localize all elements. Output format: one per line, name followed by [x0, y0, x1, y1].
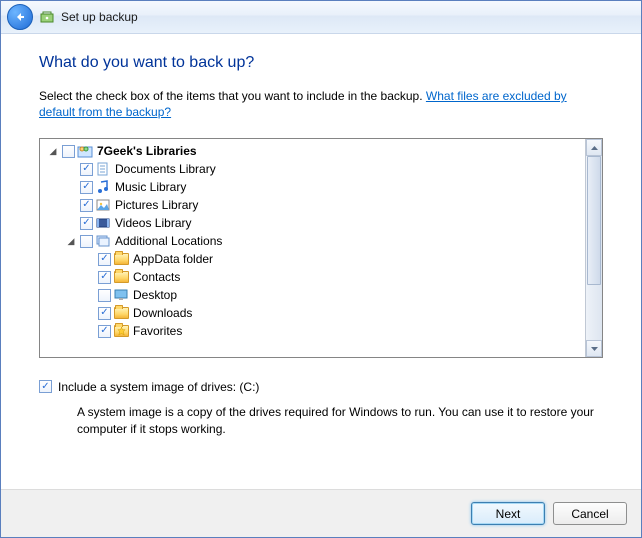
tree-item-label: AppData folder — [131, 252, 213, 266]
tree-item-documents[interactable]: Documents Library — [40, 160, 585, 178]
footer: Next Cancel — [1, 489, 641, 537]
scroll-up-button[interactable] — [586, 139, 602, 156]
expander-icon[interactable]: ◢ — [64, 236, 78, 247]
instruction-text: Select the check box of the items that y… — [39, 88, 603, 120]
tree-item-desktop[interactable]: Desktop — [40, 286, 585, 304]
content-area: What do you want to back up? Select the … — [1, 34, 641, 489]
scrollbar[interactable] — [585, 139, 602, 357]
back-button[interactable] — [7, 4, 33, 30]
tree-item-label: Contacts — [131, 270, 180, 284]
back-arrow-icon — [14, 11, 26, 23]
tree-root-libraries[interactable]: ◢ 7Geek's Libraries — [40, 142, 585, 160]
next-button[interactable]: Next — [471, 502, 545, 525]
backup-items-tree: ◢ 7Geek's Libraries Documents Library Mu… — [39, 138, 603, 358]
instruction-prefix: Select the check box of the items that y… — [39, 89, 426, 103]
tree-viewport: ◢ 7Geek's Libraries Documents Library Mu… — [40, 139, 585, 357]
tree-item-label: Desktop — [131, 288, 177, 302]
wizard-window: Set up backup What do you want to back u… — [0, 0, 642, 538]
tree-item-label: Videos Library — [113, 216, 192, 230]
folder-star-icon — [113, 323, 129, 339]
tree-item-favorites[interactable]: Favorites — [40, 322, 585, 340]
pictures-icon — [95, 197, 111, 213]
tree-item-label: 7Geek's Libraries — [95, 144, 197, 158]
tree-item-label: Additional Locations — [113, 234, 222, 248]
system-image-checkbox[interactable] — [39, 380, 52, 393]
system-image-label: Include a system image of drives: (C:) — [58, 380, 259, 394]
tree-item-contacts[interactable]: Contacts — [40, 268, 585, 286]
system-image-option: Include a system image of drives: (C:) — [39, 380, 603, 394]
cancel-button[interactable]: Cancel — [553, 502, 627, 525]
page-heading: What do you want to back up? — [39, 54, 603, 72]
checkbox[interactable] — [80, 217, 93, 230]
checkbox[interactable] — [80, 181, 93, 194]
tree-item-label: Documents Library — [113, 162, 216, 176]
music-icon — [95, 179, 111, 195]
backup-icon — [39, 9, 55, 25]
checkbox[interactable] — [80, 235, 93, 248]
checkbox[interactable] — [80, 163, 93, 176]
scroll-thumb[interactable] — [587, 156, 601, 285]
folder-icon — [113, 269, 129, 285]
tree-item-label: Pictures Library — [113, 198, 198, 212]
checkbox[interactable] — [62, 145, 75, 158]
window-title: Set up backup — [61, 10, 138, 24]
videos-icon — [95, 215, 111, 231]
tree-item-appdata[interactable]: AppData folder — [40, 250, 585, 268]
folder-icon — [113, 251, 129, 267]
tree-item-music[interactable]: Music Library — [40, 178, 585, 196]
expander-icon[interactable]: ◢ — [46, 146, 60, 157]
checkbox[interactable] — [98, 253, 111, 266]
scroll-track[interactable] — [586, 156, 602, 340]
checkbox[interactable] — [98, 271, 111, 284]
tree-item-pictures[interactable]: Pictures Library — [40, 196, 585, 214]
tree-item-downloads[interactable]: Downloads — [40, 304, 585, 322]
checkbox[interactable] — [98, 307, 111, 320]
desktop-icon — [113, 287, 129, 303]
titlebar: Set up backup — [1, 1, 641, 34]
tree-item-videos[interactable]: Videos Library — [40, 214, 585, 232]
tree-item-additional[interactable]: ◢ Additional Locations — [40, 232, 585, 250]
system-image-description: A system image is a copy of the drives r… — [77, 404, 603, 436]
folder-stack-icon — [95, 233, 111, 249]
folder-icon — [113, 305, 129, 321]
checkbox[interactable] — [98, 325, 111, 338]
documents-icon — [95, 161, 111, 177]
tree-item-label: Music Library — [113, 180, 186, 194]
tree-item-label: Favorites — [131, 324, 182, 338]
checkbox[interactable] — [80, 199, 93, 212]
scroll-down-button[interactable] — [586, 340, 602, 357]
checkbox[interactable] — [98, 289, 111, 302]
libraries-icon — [77, 143, 93, 159]
tree-item-label: Downloads — [131, 306, 192, 320]
